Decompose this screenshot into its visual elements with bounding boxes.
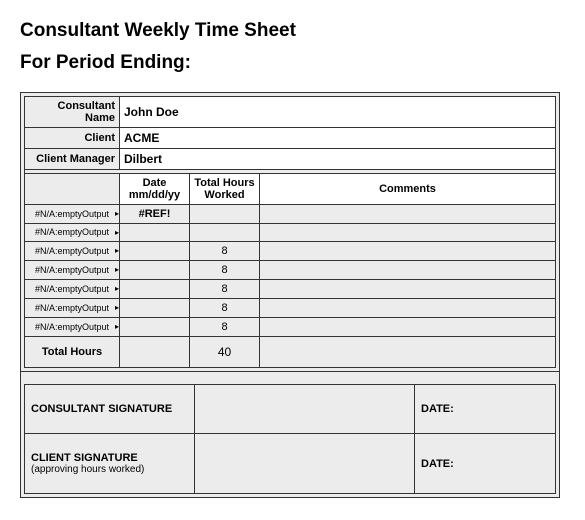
day-cell: #N/A:emptyOutput▸ <box>25 318 120 337</box>
header-day <box>25 174 120 205</box>
total-row: Total Hours 40 <box>25 337 556 368</box>
consultant-date-label: DATE: <box>415 385 556 434</box>
client-signature-space <box>195 434 415 494</box>
comments-cell <box>260 261 556 280</box>
table-row: #N/A:emptyOutput▸ #REF! <box>25 205 556 224</box>
hours-cell: 8 <box>190 261 260 280</box>
table-row: #N/A:emptyOutput▸ 8 <box>25 242 556 261</box>
page-title: Consultant Weekly Time Sheet <box>20 20 565 42</box>
date-cell <box>120 261 190 280</box>
hours-cell: 8 <box>190 299 260 318</box>
table-header-row: Date mm/dd/yy Total Hours Worked Comment… <box>25 174 556 205</box>
info-row-manager: Client Manager Dilbert <box>25 149 556 170</box>
hours-cell: 8 <box>190 318 260 337</box>
table-row: #N/A:emptyOutput▸ <box>25 224 556 242</box>
client-label: Client <box>25 128 120 149</box>
client-date-label: DATE: <box>415 434 556 494</box>
consultant-name-value: John Doe <box>120 97 556 128</box>
hours-cell: 8 <box>190 242 260 261</box>
day-cell: #N/A:emptyOutput▸ <box>25 280 120 299</box>
consultant-name-label: Consultant Name <box>25 97 120 128</box>
table-row: #N/A:emptyOutput▸ 8 <box>25 261 556 280</box>
day-cell: #N/A:emptyOutput▸ <box>25 205 120 224</box>
comments-cell <box>260 242 556 261</box>
hours-cell <box>190 205 260 224</box>
info-row-client: Client ACME <box>25 128 556 149</box>
total-hours: 40 <box>190 337 260 368</box>
header-hours: Total Hours Worked <box>190 174 260 205</box>
day-cell: #N/A:emptyOutput▸ <box>25 299 120 318</box>
day-cell: #N/A:emptyOutput▸ <box>25 224 120 242</box>
date-cell <box>120 224 190 242</box>
date-cell: #REF! <box>120 205 190 224</box>
page-subtitle: For Period Ending: <box>20 52 565 74</box>
table-row: #N/A:emptyOutput▸ 8 <box>25 299 556 318</box>
comments-cell <box>260 280 556 299</box>
date-cell <box>120 318 190 337</box>
client-manager-label: Client Manager <box>25 149 120 170</box>
total-comments <box>260 337 556 368</box>
comments-cell <box>260 205 556 224</box>
total-date <box>120 337 190 368</box>
date-cell <box>120 280 190 299</box>
client-signature-label: CLIENT SIGNATURE (approving hours worked… <box>25 434 195 494</box>
comments-cell <box>260 299 556 318</box>
info-row-consultant: Consultant Name John Doe <box>25 97 556 128</box>
comments-cell <box>260 318 556 337</box>
header-date: Date mm/dd/yy <box>120 174 190 205</box>
total-label: Total Hours <box>25 337 120 368</box>
date-cell <box>120 299 190 318</box>
comments-cell <box>260 224 556 242</box>
day-cell: #N/A:emptyOutput▸ <box>25 261 120 280</box>
client-signature-row: CLIENT SIGNATURE (approving hours worked… <box>25 434 556 494</box>
hours-cell <box>190 224 260 242</box>
client-manager-value: Dilbert <box>120 149 556 170</box>
consultant-signature-row: CONSULTANT SIGNATURE DATE: <box>25 385 556 434</box>
day-cell: #N/A:emptyOutput▸ <box>25 242 120 261</box>
date-cell <box>120 242 190 261</box>
client-value: ACME <box>120 128 556 149</box>
table-row: #N/A:emptyOutput▸ 8 <box>25 280 556 299</box>
table-row: #N/A:emptyOutput▸ 8 <box>25 318 556 337</box>
consultant-signature-label: CONSULTANT SIGNATURE <box>25 385 195 434</box>
consultant-signature-space <box>195 385 415 434</box>
header-comments: Comments <box>260 174 556 205</box>
hours-cell: 8 <box>190 280 260 299</box>
